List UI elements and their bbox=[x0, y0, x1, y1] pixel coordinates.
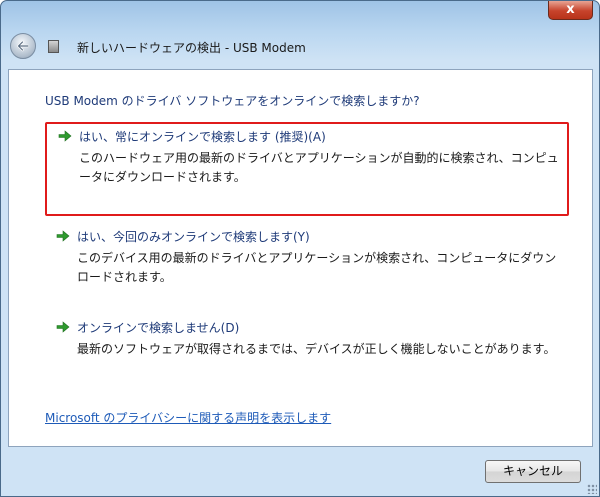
option-title: オンラインで検索しません(D) bbox=[77, 321, 240, 335]
cancel-button[interactable]: キャンセル bbox=[485, 460, 581, 483]
option-dont-search[interactable]: オンラインで検索しません(D) 最新のソフトウェアが取得されるまでは、デバイスが… bbox=[45, 315, 565, 360]
green-arrow-icon bbox=[56, 321, 70, 333]
title-bar: 新しいハードウェアの検出 - USB Modem bbox=[1, 29, 599, 63]
option-title: はい、常にオンラインで検索します (推奨)(A) bbox=[79, 130, 326, 144]
resize-grip[interactable] bbox=[587, 484, 597, 494]
dialog-window: x 新しいハードウェアの検出 - USB Modem USB Modem のドラ… bbox=[0, 0, 600, 497]
device-icon bbox=[48, 40, 59, 53]
option-title: はい、今回のみオンラインで検索します(Y) bbox=[77, 230, 310, 244]
option-description: このデバイス用の最新のドライバとアプリケーションが検索され、コンピュータにダウン… bbox=[77, 251, 557, 284]
back-arrow-icon bbox=[17, 40, 30, 52]
window-title: 新しいハードウェアの検出 - USB Modem bbox=[77, 41, 306, 55]
back-button[interactable] bbox=[10, 33, 36, 59]
green-arrow-icon bbox=[58, 130, 72, 142]
close-button[interactable]: x bbox=[548, 1, 593, 20]
option-description: 最新のソフトウェアが取得されるまでは、デバイスが正しく機能しないことがあります。 bbox=[77, 342, 556, 356]
dialog-content: USB Modem のドライバ ソフトウェアをオンラインで検索しますか? はい、… bbox=[8, 69, 593, 447]
question-heading: USB Modem のドライバ ソフトウェアをオンラインで検索しますか? bbox=[45, 94, 420, 108]
privacy-link[interactable]: Microsoft のプライバシーに関する声明を表示します bbox=[45, 409, 331, 426]
option-description: このハードウェア用の最新のドライバとアプリケーションが自動的に検索され、コンピュ… bbox=[79, 151, 559, 184]
green-arrow-icon bbox=[56, 230, 70, 242]
option-search-once[interactable]: はい、今回のみオンラインで検索します(Y) このデバイス用の最新のドライバとアプ… bbox=[45, 224, 565, 284]
option-always-search[interactable]: はい、常にオンラインで検索します (推奨)(A) このハードウェア用の最新のドラ… bbox=[45, 122, 569, 216]
